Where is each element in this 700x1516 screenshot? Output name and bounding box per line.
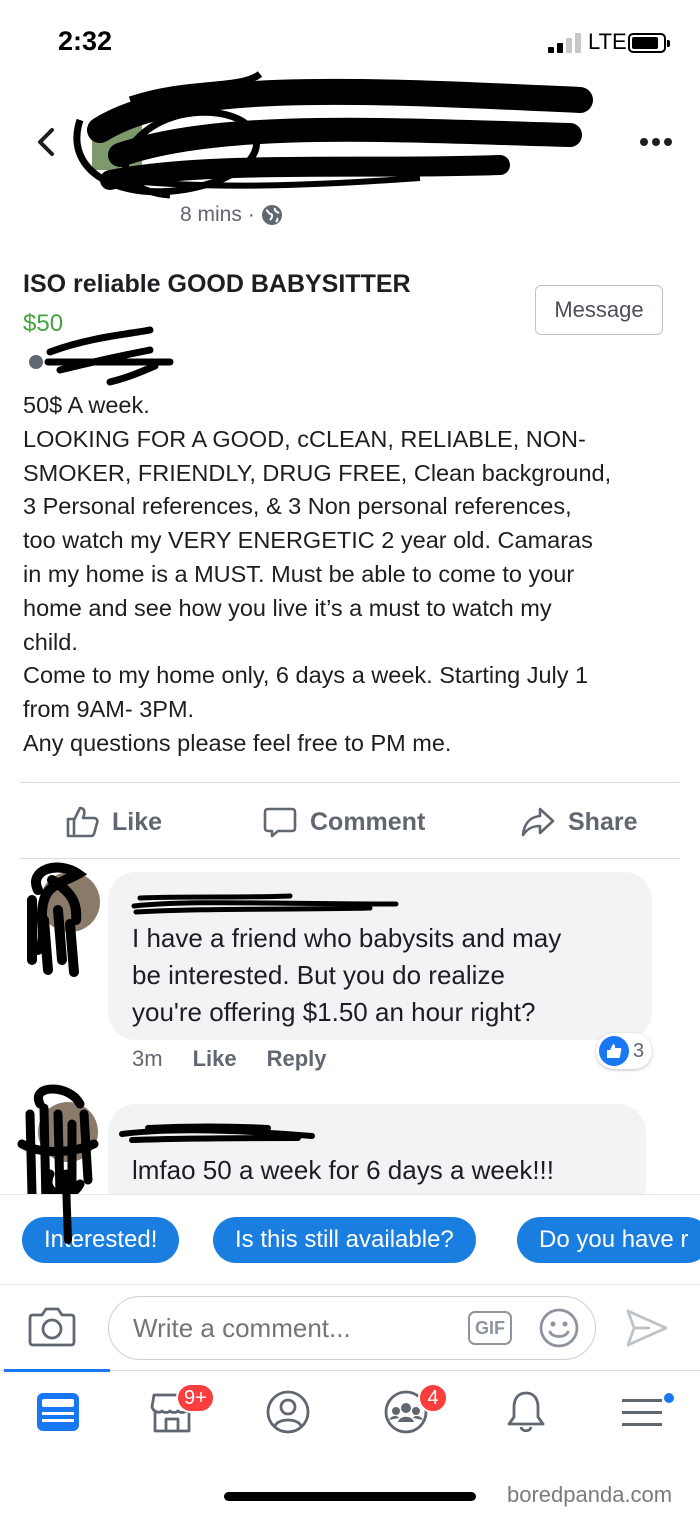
- avatar[interactable]: [18, 860, 100, 980]
- bottom-nav: 9+ 4: [0, 1369, 700, 1450]
- share-button[interactable]: Share: [520, 800, 637, 844]
- thumbs-up-icon: [66, 806, 99, 838]
- reaction-count[interactable]: 3: [596, 1033, 653, 1069]
- post-line: LOOKING FOR A GOOD, cCLEAN, RELIABLE, NO…: [23, 425, 586, 452]
- nav-notifications[interactable]: [502, 1389, 554, 1437]
- post-line: too watch my VERY ENERGETIC 2 year old. …: [23, 527, 593, 554]
- quick-reply-chip[interactable]: Is this still available?: [213, 1217, 476, 1263]
- status-time: 2:32: [58, 26, 113, 56]
- comment-line: lmfao 50 a week for 6 days a week!!!: [132, 1155, 554, 1185]
- reaction-number: 3: [633, 1039, 645, 1062]
- like-reaction-icon: [599, 1036, 629, 1066]
- quick-replies: Interested! Is this still available? Do …: [0, 1194, 700, 1284]
- news-feed-icon: [37, 1393, 79, 1431]
- post-line: home and see how you live it’s a must to…: [23, 594, 552, 621]
- redaction-scribble-name: [131, 893, 399, 915]
- post-line: SMOKER, FRIENDLY, DRUG FREE, Clean backg…: [23, 459, 612, 486]
- emoji-icon[interactable]: [538, 1307, 580, 1349]
- divider: [20, 858, 680, 859]
- post-line: in my home is a MUST. Must be able to co…: [23, 560, 575, 587]
- gif-icon[interactable]: GIF: [468, 1311, 512, 1345]
- post-line: 50$ A week.: [23, 392, 150, 418]
- menu-notification-dot: [662, 1391, 676, 1405]
- comment-button[interactable]: Comment: [262, 800, 425, 844]
- bell-icon: [507, 1391, 545, 1433]
- share-icon: [521, 807, 555, 837]
- camera-icon[interactable]: [28, 1305, 76, 1347]
- profile-icon: [266, 1390, 310, 1434]
- post-title: ISO reliable GOOD BABYSITTER: [23, 270, 411, 298]
- post-line: Any questions please feel free to PM me.: [23, 729, 452, 756]
- redaction-scribble: [73, 71, 593, 199]
- post-line: child.: [23, 628, 78, 655]
- network-label: LTE: [588, 29, 627, 54]
- comment-like-link[interactable]: Like: [193, 1046, 237, 1072]
- comment-composer: GIF: [0, 1284, 700, 1370]
- comment-text: lmfao 50 a week for 6 days a week!!!: [132, 1152, 554, 1189]
- marketplace-badge: 9+: [176, 1383, 215, 1413]
- back-icon[interactable]: [32, 122, 62, 162]
- quick-reply-chip[interactable]: Do you have r: [517, 1217, 700, 1263]
- comment-time: 3m: [132, 1046, 163, 1071]
- globe-icon: [261, 205, 282, 225]
- nav-news-feed[interactable]: [34, 1389, 86, 1437]
- nav-profile[interactable]: [264, 1389, 316, 1437]
- comment-line: be interested. But you do realize: [132, 960, 505, 990]
- message-button[interactable]: Message: [535, 285, 663, 335]
- redaction-scribble-name: [119, 1123, 315, 1143]
- comment-line: you're offering $1.50 an hour right?: [132, 997, 536, 1027]
- quick-reply-chip[interactable]: Interested!: [22, 1217, 180, 1263]
- post-timestamp: 8 mins: [180, 203, 242, 226]
- like-label: Like: [112, 807, 163, 836]
- home-indicator[interactable]: [224, 1492, 476, 1501]
- like-button[interactable]: Like: [64, 800, 162, 844]
- share-label: Share: [568, 807, 638, 836]
- menu-icon: [622, 1399, 662, 1426]
- comment-label: Comment: [310, 807, 426, 836]
- meta-separator: ·: [247, 203, 255, 226]
- nav-groups[interactable]: 4: [382, 1383, 448, 1437]
- redaction-scribble-location: [29, 326, 174, 386]
- comment-reply-link[interactable]: Reply: [267, 1046, 327, 1072]
- comment-input[interactable]: [108, 1296, 596, 1360]
- watermark: boredpanda.com: [507, 1482, 673, 1507]
- divider: [20, 782, 680, 783]
- post-meta: 8 mins ·: [180, 203, 283, 227]
- comment-text: I have a friend who babysits and may be …: [132, 920, 561, 1031]
- comment-meta: 3m Like Reply: [132, 1046, 327, 1072]
- more-options-icon[interactable]: [640, 138, 672, 148]
- battery-icon: [628, 33, 670, 53]
- post-description: 50$ A week. LOOKING FOR A GOOD, cCLEAN, …: [23, 389, 683, 761]
- post-line: 3 Personal references, & 3 Non personal …: [23, 493, 572, 520]
- nav-marketplace[interactable]: 9+: [148, 1383, 215, 1437]
- nav-active-indicator: [4, 1369, 110, 1372]
- send-icon[interactable]: [624, 1307, 670, 1349]
- comment-line: I have a friend who babysits and may: [132, 923, 562, 953]
- post-line: from 9AM- 3PM.: [23, 696, 195, 723]
- signal-icon: [548, 33, 582, 53]
- nav-menu[interactable]: [618, 1389, 676, 1437]
- post-line: Come to my home only, 6 days a week. Sta…: [23, 662, 589, 689]
- comment-icon: [263, 807, 297, 838]
- redaction-scribble-tail: [62, 1180, 72, 1244]
- groups-badge: 4: [418, 1383, 448, 1413]
